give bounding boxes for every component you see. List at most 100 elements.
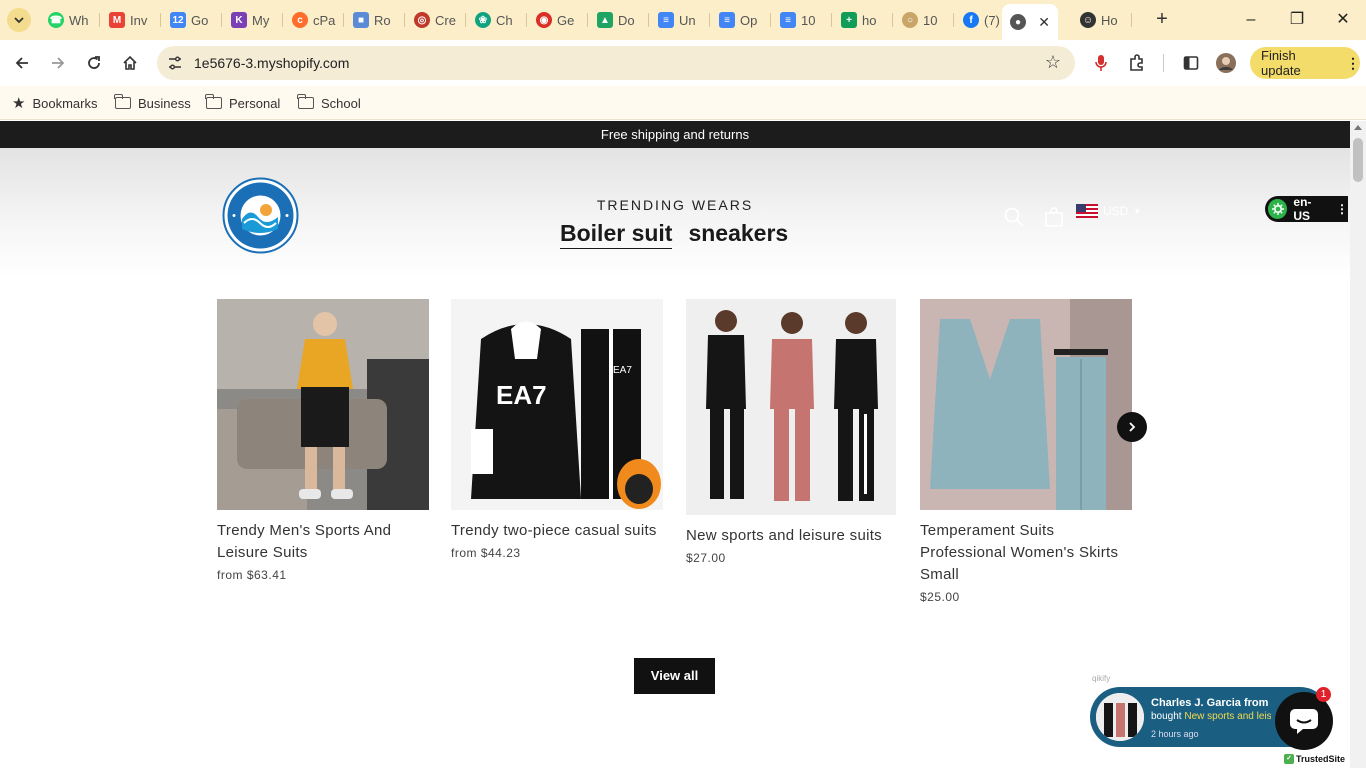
site-info-icon[interactable] bbox=[166, 54, 184, 72]
chatgpt-icon: ❀ bbox=[475, 12, 491, 28]
browser-tab[interactable]: ▲ Do bbox=[589, 7, 649, 33]
browser-tab[interactable]: ☺ Ho bbox=[1072, 7, 1132, 33]
facebook-icon: f bbox=[963, 12, 979, 28]
qikify-label: qikify bbox=[1092, 674, 1111, 683]
user-silhouette-icon: ☺ bbox=[1080, 12, 1096, 28]
browser-tab[interactable]: ○ 10 bbox=[894, 7, 954, 33]
browser-tab[interactable]: ◎ Cre bbox=[406, 7, 466, 33]
product-name[interactable]: Trendy Men's Sports And Leisure Suits bbox=[217, 520, 429, 564]
bookmark-label: Bookmarks bbox=[32, 95, 98, 111]
globe-icon: ● bbox=[1010, 14, 1026, 30]
tab-title: Inv bbox=[130, 12, 148, 28]
us-flag-icon bbox=[1076, 204, 1098, 218]
browser-tab[interactable]: ■ Ro bbox=[345, 7, 405, 33]
bookmarks-bar: ★ Bookmarks Business Personal School bbox=[0, 86, 1366, 120]
back-button[interactable] bbox=[10, 51, 34, 75]
whatsapp-icon: ☎ bbox=[48, 12, 64, 28]
home-button[interactable] bbox=[118, 51, 142, 75]
browser-tab[interactable]: ≡ 10 bbox=[772, 7, 832, 33]
drag-handle-icon: ⋮ bbox=[1336, 202, 1348, 216]
store-title: TRENDING WEARS bbox=[596, 197, 754, 213]
browser-tab[interactable]: M Inv bbox=[101, 7, 161, 33]
product-card[interactable]: Temperament Suits Professional Women's S… bbox=[920, 299, 1132, 604]
product-image[interactable]: EA7 EA7 bbox=[451, 299, 663, 510]
microphone-icon[interactable] bbox=[1089, 51, 1113, 75]
star-icon: ★ bbox=[12, 95, 26, 112]
cart-bag-icon[interactable] bbox=[1043, 206, 1065, 228]
language-switcher[interactable]: en-US ⋮ bbox=[1265, 195, 1348, 223]
product-card[interactable]: Trendy Men's Sports And Leisure Suits fr… bbox=[217, 299, 429, 582]
bookmark-folder-business[interactable]: Business bbox=[114, 93, 191, 113]
browser-tab[interactable]: ❀ Ch bbox=[467, 7, 527, 33]
tab-divider bbox=[526, 13, 527, 27]
browser-tab[interactable]: + ho bbox=[833, 7, 893, 33]
address-bar[interactable]: 1e5676-3.myshopify.com ☆ bbox=[157, 46, 1075, 80]
tab-title: Ho bbox=[1101, 12, 1118, 28]
minimize-button[interactable]: – bbox=[1239, 8, 1263, 32]
extensions-puzzle-icon[interactable] bbox=[1125, 51, 1149, 75]
url-text[interactable]: 1e5676-3.myshopify.com bbox=[194, 55, 349, 71]
tab-divider bbox=[221, 13, 222, 27]
bookmark-folder-personal[interactable]: Personal bbox=[205, 93, 280, 113]
gear-icon bbox=[1268, 199, 1288, 219]
maximize-button[interactable]: ❐ bbox=[1285, 8, 1309, 32]
store-logo[interactable] bbox=[222, 177, 299, 254]
arrow-left-icon bbox=[15, 57, 28, 69]
kebab-menu-icon: ⋮ bbox=[1346, 54, 1360, 71]
google-docs-icon: ≡ bbox=[658, 12, 674, 28]
tab-divider bbox=[587, 13, 588, 27]
side-panel-icon[interactable] bbox=[1179, 51, 1203, 75]
close-tab-icon[interactable]: ✕ bbox=[1038, 14, 1050, 31]
view-all-button[interactable]: View all bbox=[634, 658, 715, 694]
browser-tab[interactable]: ≡ Op bbox=[711, 7, 771, 33]
gmail-icon: M bbox=[109, 12, 125, 28]
scrollbar-thumb[interactable] bbox=[1353, 138, 1363, 182]
tab-divider bbox=[282, 13, 283, 27]
finish-update-button[interactable]: Finish update ⋮ bbox=[1250, 47, 1360, 79]
collection-tabs: Boiler suit sneakers bbox=[560, 220, 788, 249]
trustedsite-badge[interactable]: ✓ TrustedSite bbox=[1282, 750, 1350, 768]
product-image[interactable] bbox=[217, 299, 429, 510]
tab-title: Go bbox=[191, 12, 209, 28]
scroll-up-arrow-icon[interactable] bbox=[1354, 125, 1362, 130]
profile-avatar[interactable] bbox=[1214, 51, 1238, 75]
browser-tab[interactable]: ☎ Wh bbox=[40, 7, 100, 33]
browser-tab[interactable]: ● ✕ bbox=[1002, 4, 1058, 40]
reload-icon bbox=[88, 56, 100, 69]
product-name[interactable]: Temperament Suits Professional Women's S… bbox=[920, 520, 1132, 586]
tab-divider bbox=[831, 13, 832, 27]
product-image[interactable] bbox=[920, 299, 1132, 510]
new-tab-button[interactable]: + bbox=[1151, 8, 1173, 30]
tab-title: My bbox=[252, 12, 270, 28]
product-card[interactable]: EA7 EA7 Trendy two-piece casual suits fr… bbox=[451, 299, 663, 560]
browser-tab[interactable]: 12 Go bbox=[162, 7, 222, 33]
tab-search-button[interactable] bbox=[7, 8, 31, 32]
bookmarks-menu[interactable]: ★ Bookmarks bbox=[12, 93, 97, 113]
folder-icon bbox=[297, 94, 314, 109]
close-window-button[interactable]: ✕ bbox=[1331, 8, 1355, 32]
chevron-down-icon bbox=[14, 17, 24, 24]
google-calendar-icon: 12 bbox=[170, 12, 186, 28]
reload-button[interactable] bbox=[82, 51, 106, 75]
browser-tab[interactable]: K My bbox=[223, 7, 283, 33]
cube-icon: ■ bbox=[353, 12, 369, 28]
product-image[interactable] bbox=[686, 299, 896, 515]
bookmark-star-icon[interactable]: ☆ bbox=[1045, 52, 1061, 73]
carousel-next-button[interactable] bbox=[1117, 412, 1147, 442]
product-name[interactable]: New sports and leisure suits bbox=[686, 525, 898, 547]
folder-icon bbox=[114, 94, 131, 109]
tab-title: Do bbox=[618, 12, 635, 28]
browser-tab[interactable]: c cPa bbox=[284, 7, 344, 33]
collection-tab-sneakers[interactable]: sneakers bbox=[688, 220, 788, 249]
product-card[interactable]: New sports and leisure suits $27.00 bbox=[686, 299, 898, 565]
browser-tab[interactable]: ≡ Un bbox=[650, 7, 710, 33]
collection-tab-boiler-suit[interactable]: Boiler suit bbox=[560, 220, 673, 249]
search-icon[interactable] bbox=[1003, 206, 1025, 228]
bookmark-folder-school[interactable]: School bbox=[297, 93, 361, 113]
currency-selector[interactable]: USD ▼ bbox=[1076, 204, 1141, 218]
forward-button[interactable] bbox=[46, 51, 70, 75]
page-scrollbar[interactable] bbox=[1350, 121, 1366, 768]
product-name[interactable]: Trendy two-piece casual suits bbox=[451, 520, 663, 542]
folder-icon bbox=[205, 94, 222, 109]
browser-tab[interactable]: ◉ Ge bbox=[528, 7, 588, 33]
